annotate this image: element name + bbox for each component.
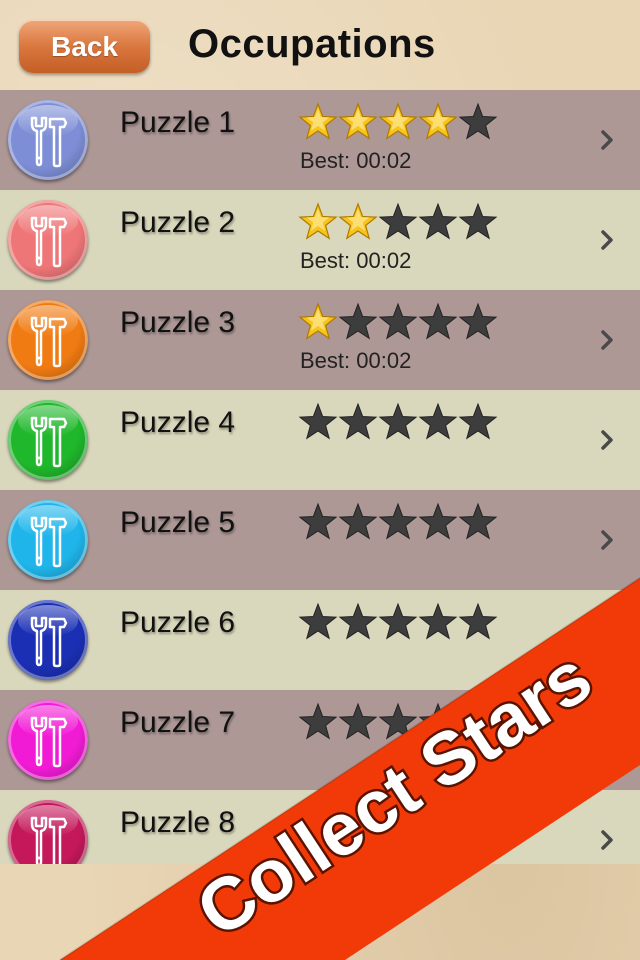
star-filled-icon [298, 202, 338, 240]
star-rating [298, 402, 498, 442]
star-empty-icon [298, 402, 338, 440]
star-empty-icon [378, 602, 418, 640]
star-empty-icon [298, 602, 338, 640]
best-time: Best: 00:02 [300, 248, 412, 273]
chevron-right-icon[interactable] [595, 628, 619, 652]
star-empty-icon [338, 702, 378, 740]
star-filled-icon [378, 102, 418, 140]
puzzle-row[interactable]: Puzzle 1 Best: 00:02 [0, 90, 640, 190]
tools-icon [8, 800, 88, 864]
star-empty-icon [458, 102, 498, 140]
star-empty-icon [338, 602, 378, 640]
puzzle-label: Puzzle 3 [120, 306, 236, 339]
puzzle-row[interactable]: Puzzle 3 Best: 00:02 [0, 290, 640, 390]
puzzle-list: Puzzle 1 Best: 00:02 Puzzle 2 Best: 00:02 Pu… [0, 90, 640, 864]
chevron-right-icon[interactable] [595, 228, 619, 252]
star-empty-icon [338, 802, 378, 840]
header: Back Occupations [0, 0, 640, 90]
star-empty-icon [418, 202, 458, 240]
star-empty-icon [378, 502, 418, 540]
puzzle-row[interactable]: Puzzle 7 [0, 690, 640, 790]
star-empty-icon [458, 802, 498, 840]
star-empty-icon [298, 502, 338, 540]
chevron-right-icon[interactable] [595, 428, 619, 452]
puzzle-row[interactable]: Puzzle 6 [0, 590, 640, 690]
tools-icon [8, 300, 88, 380]
star-empty-icon [418, 602, 458, 640]
tools-icon [8, 600, 88, 680]
star-filled-icon [298, 302, 338, 340]
star-empty-icon [458, 402, 498, 440]
star-rating [298, 302, 498, 342]
tools-icon [8, 500, 88, 580]
chevron-right-icon[interactable] [595, 328, 619, 352]
tools-icon [8, 100, 88, 180]
best-time: Best: 00:02 [300, 348, 412, 373]
star-empty-icon [418, 502, 458, 540]
star-empty-icon [418, 402, 458, 440]
star-empty-icon [458, 602, 498, 640]
star-rating [298, 202, 498, 242]
star-empty-icon [418, 702, 458, 740]
star-empty-icon [418, 302, 458, 340]
star-empty-icon [378, 402, 418, 440]
puzzle-label: Puzzle 6 [120, 606, 236, 639]
star-empty-icon [458, 502, 498, 540]
star-rating [298, 102, 498, 142]
puzzle-label: Puzzle 4 [120, 406, 236, 439]
star-empty-icon [378, 302, 418, 340]
star-empty-icon [418, 802, 458, 840]
chevron-right-icon[interactable] [595, 128, 619, 152]
star-filled-icon [338, 102, 378, 140]
puzzle-label: Puzzle 2 [120, 206, 236, 239]
star-filled-icon [418, 102, 458, 140]
tools-icon [8, 700, 88, 780]
chevron-right-icon[interactable] [595, 828, 619, 852]
tools-icon [8, 200, 88, 280]
puzzle-row[interactable]: Puzzle 2 Best: 00:02 [0, 190, 640, 290]
star-rating [298, 502, 498, 542]
puzzle-label: Puzzle 7 [120, 706, 236, 739]
star-rating [298, 702, 498, 742]
star-empty-icon [378, 202, 418, 240]
puzzle-row[interactable]: Puzzle 8 [0, 790, 640, 864]
star-empty-icon [338, 402, 378, 440]
star-empty-icon [338, 502, 378, 540]
best-time: Best: 00:02 [300, 148, 412, 173]
star-empty-icon [338, 302, 378, 340]
puzzle-label: Puzzle 8 [120, 806, 236, 839]
star-empty-icon [378, 702, 418, 740]
star-empty-icon [298, 702, 338, 740]
star-empty-icon [378, 802, 418, 840]
page-title: Occupations [188, 22, 436, 66]
star-rating [298, 602, 498, 642]
star-empty-icon [458, 302, 498, 340]
star-filled-icon [338, 202, 378, 240]
star-empty-icon [458, 702, 498, 740]
back-button[interactable]: Back [19, 20, 150, 73]
chevron-right-icon[interactable] [595, 728, 619, 752]
tools-icon [8, 400, 88, 480]
puzzle-label: Puzzle 1 [120, 106, 236, 139]
star-filled-icon [298, 102, 338, 140]
chevron-right-icon[interactable] [595, 528, 619, 552]
puzzle-label: Puzzle 5 [120, 506, 236, 539]
puzzle-row[interactable]: Puzzle 4 [0, 390, 640, 490]
star-rating [298, 802, 498, 842]
star-empty-icon [298, 802, 338, 840]
star-empty-icon [458, 202, 498, 240]
puzzle-row[interactable]: Puzzle 5 [0, 490, 640, 590]
